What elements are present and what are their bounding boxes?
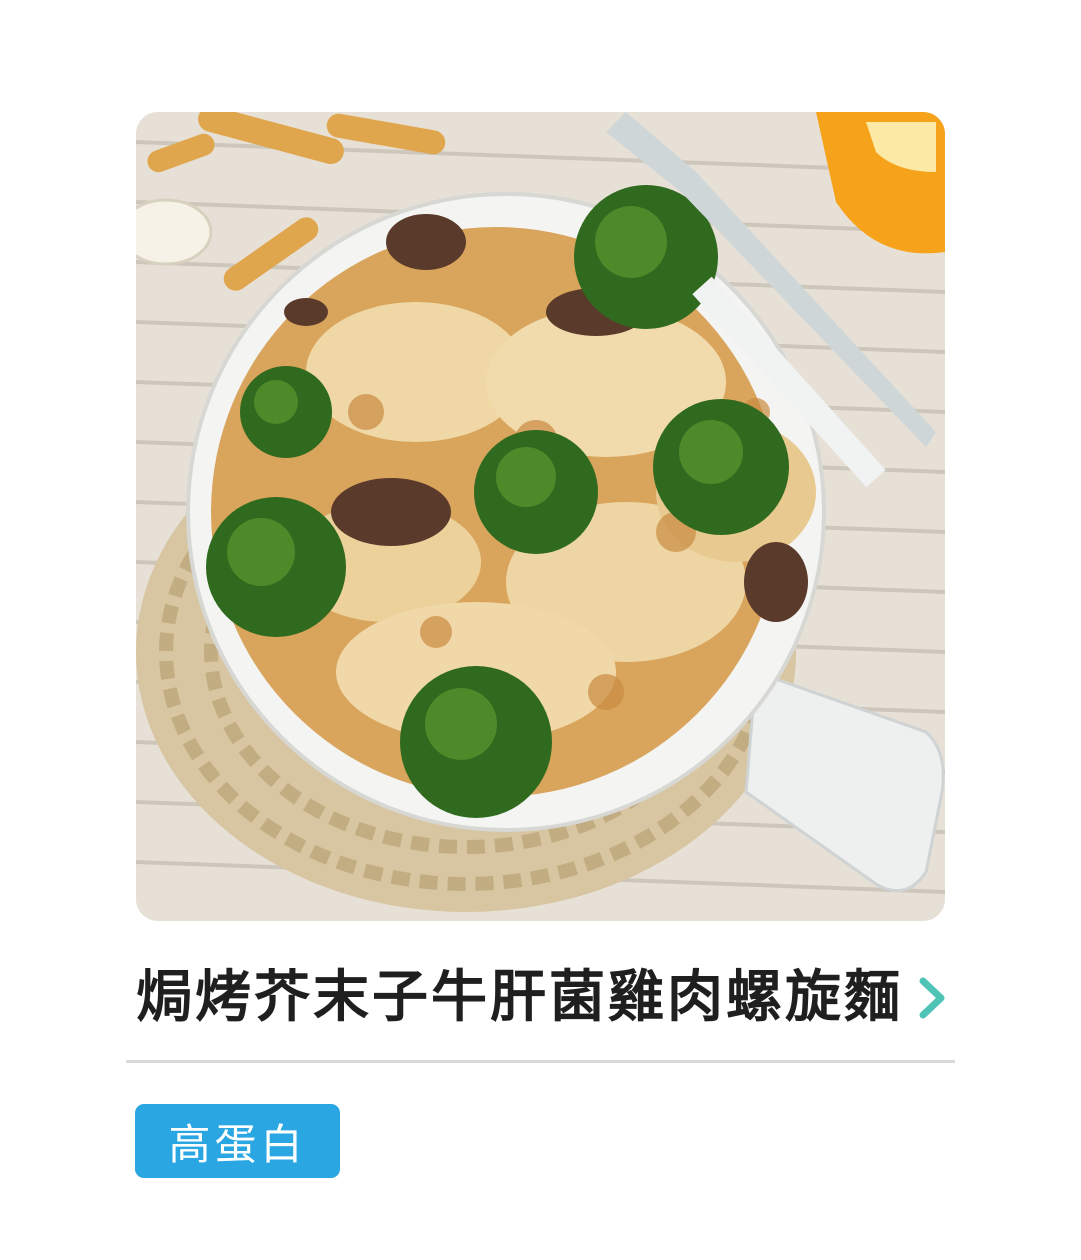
baked-pasta-illustration	[136, 112, 945, 921]
recipe-photo[interactable]	[136, 112, 945, 921]
tag-high-protein[interactable]: 高蛋白	[135, 1104, 340, 1178]
recipe-title: 焗烤芥末子牛肝菌雞肉螺旋麵	[136, 965, 903, 1030]
recipe-card[interactable]: 焗烤芥末子牛肝菌雞肉螺旋麵 高蛋白	[0, 0, 1081, 1260]
chevron-right-icon	[917, 975, 951, 1021]
divider	[126, 1060, 955, 1063]
recipe-title-link[interactable]: 焗烤芥末子牛肝菌雞肉螺旋麵	[136, 956, 956, 1040]
